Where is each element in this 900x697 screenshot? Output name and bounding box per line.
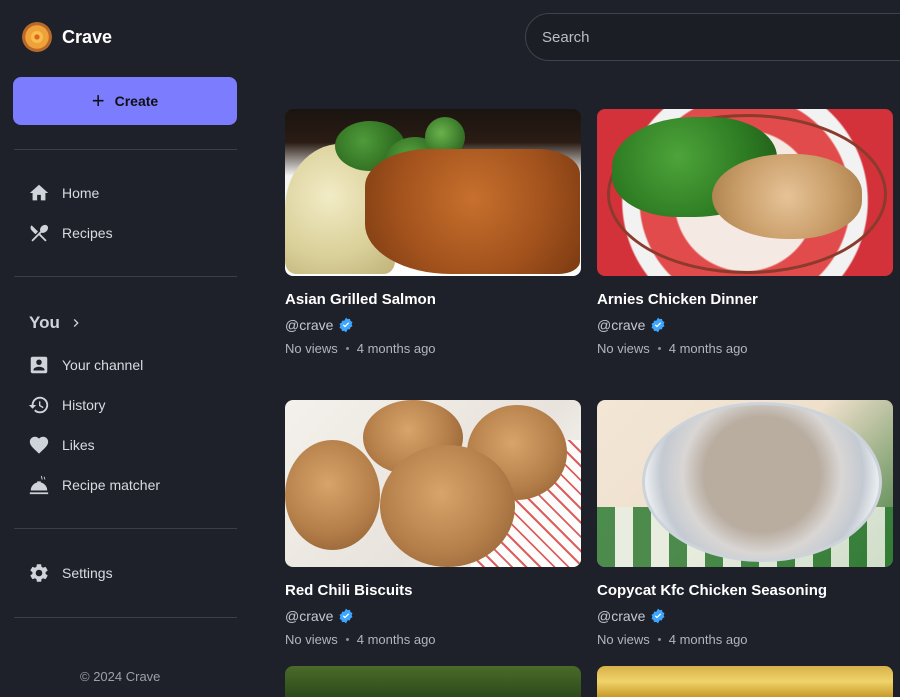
upload-age: 4 months ago xyxy=(356,341,436,356)
sidebar-item-recipes[interactable]: Recipes xyxy=(28,218,228,248)
view-count: No views xyxy=(285,632,338,647)
you-section-heading[interactable]: You xyxy=(29,311,84,335)
create-label: Create xyxy=(114,93,159,109)
sidebar-divider xyxy=(14,528,237,529)
recipe-title[interactable]: Arnies Chicken Dinner xyxy=(597,291,893,308)
sidebar-item-settings[interactable]: Settings xyxy=(28,558,228,588)
create-button[interactable]: + Create xyxy=(13,77,237,125)
verified-badge-icon xyxy=(339,608,353,624)
recipe-thumbnail[interactable] xyxy=(285,400,581,567)
recipe-thumbnail[interactable] xyxy=(597,666,893,697)
you-heading-label: You xyxy=(29,313,60,332)
recipe-meta: No views 4 months ago xyxy=(597,632,893,647)
search-input[interactable] xyxy=(525,13,900,61)
recipe-thumbnail[interactable] xyxy=(597,400,893,567)
verified-badge-icon xyxy=(651,608,665,624)
channel-link[interactable]: @crave xyxy=(285,608,581,624)
recipe-card[interactable]: Arnies Chicken Dinner @crave No views 4 … xyxy=(597,109,893,356)
sidebar-item-label: Recipe matcher xyxy=(62,477,161,493)
upload-age: 4 months ago xyxy=(668,341,748,356)
recipe-card[interactable]: Asian Grilled Salmon @crave No views 4 m… xyxy=(285,109,581,356)
recipe-card[interactable]: Red Chili Biscuits @crave No views 4 mon… xyxy=(285,400,581,647)
channel-handle: @crave xyxy=(285,608,334,624)
channel-link[interactable]: @crave xyxy=(285,317,581,333)
recipe-card[interactable]: Copycat Kfc Chicken Seasoning @crave No … xyxy=(597,400,893,647)
chevron-right-icon xyxy=(73,319,79,327)
copyright-footer: © 2024 Crave xyxy=(80,669,161,684)
brand[interactable]: Crave xyxy=(22,22,112,52)
dish-icon xyxy=(29,475,49,495)
sidebar-item-label: Likes xyxy=(62,437,95,453)
history-icon xyxy=(28,396,49,414)
channel-link[interactable]: @crave xyxy=(597,317,893,333)
sidebar-item-label: Your channel xyxy=(62,357,144,373)
recipe-meta: No views 4 months ago xyxy=(285,341,581,356)
sidebar-divider xyxy=(14,276,237,277)
recipe-title[interactable]: Copycat Kfc Chicken Seasoning xyxy=(597,582,893,599)
sidebar-item-label: History xyxy=(62,397,106,413)
recipe-meta: No views 4 months ago xyxy=(597,341,893,356)
sidebar-item-home[interactable]: Home xyxy=(28,178,228,208)
channel-link[interactable]: @crave xyxy=(597,608,893,624)
paella-logo-icon xyxy=(22,22,52,52)
separator-dot xyxy=(345,638,349,641)
sidebar-item-label: Settings xyxy=(62,565,113,581)
recipe-thumbnail[interactable] xyxy=(285,666,581,697)
verified-badge-icon xyxy=(651,317,665,333)
utensils-icon xyxy=(30,224,49,242)
view-count: No views xyxy=(285,341,338,356)
recipe-title[interactable]: Asian Grilled Salmon xyxy=(285,291,581,308)
view-count: No views xyxy=(597,632,650,647)
recipe-thumbnail[interactable] xyxy=(285,109,581,276)
sidebar-item-label: Home xyxy=(62,185,100,201)
sidebar-item-label: Recipes xyxy=(62,225,113,241)
channel-handle: @crave xyxy=(597,608,646,624)
separator-dot xyxy=(657,347,661,350)
gear-icon xyxy=(30,564,48,582)
sidebar-divider xyxy=(14,149,237,150)
sidebar: Crave + Create Home Recipes You Your cha… xyxy=(0,0,250,697)
heart-icon xyxy=(29,436,49,454)
view-count: No views xyxy=(597,341,650,356)
sidebar-divider xyxy=(14,617,237,618)
sidebar-item-your-channel[interactable]: Your channel xyxy=(28,350,228,380)
upload-age: 4 months ago xyxy=(668,632,748,647)
upload-age: 4 months ago xyxy=(356,632,436,647)
verified-badge-icon xyxy=(339,317,353,333)
channel-handle: @crave xyxy=(597,317,646,333)
recipe-title[interactable]: Red Chili Biscuits xyxy=(285,582,581,599)
recipe-thumbnail[interactable] xyxy=(597,109,893,276)
account-box-icon xyxy=(30,356,48,374)
separator-dot xyxy=(345,347,349,350)
brand-name: Crave xyxy=(62,26,113,47)
recipe-meta: No views 4 months ago xyxy=(285,632,581,647)
sidebar-item-history[interactable]: History xyxy=(28,390,228,420)
channel-handle: @crave xyxy=(285,317,334,333)
home-icon xyxy=(29,184,49,201)
plus-icon: + xyxy=(91,88,105,113)
sidebar-item-likes[interactable]: Likes xyxy=(28,430,228,460)
separator-dot xyxy=(657,638,661,641)
sidebar-item-recipe-matcher[interactable]: Recipe matcher xyxy=(28,470,228,500)
